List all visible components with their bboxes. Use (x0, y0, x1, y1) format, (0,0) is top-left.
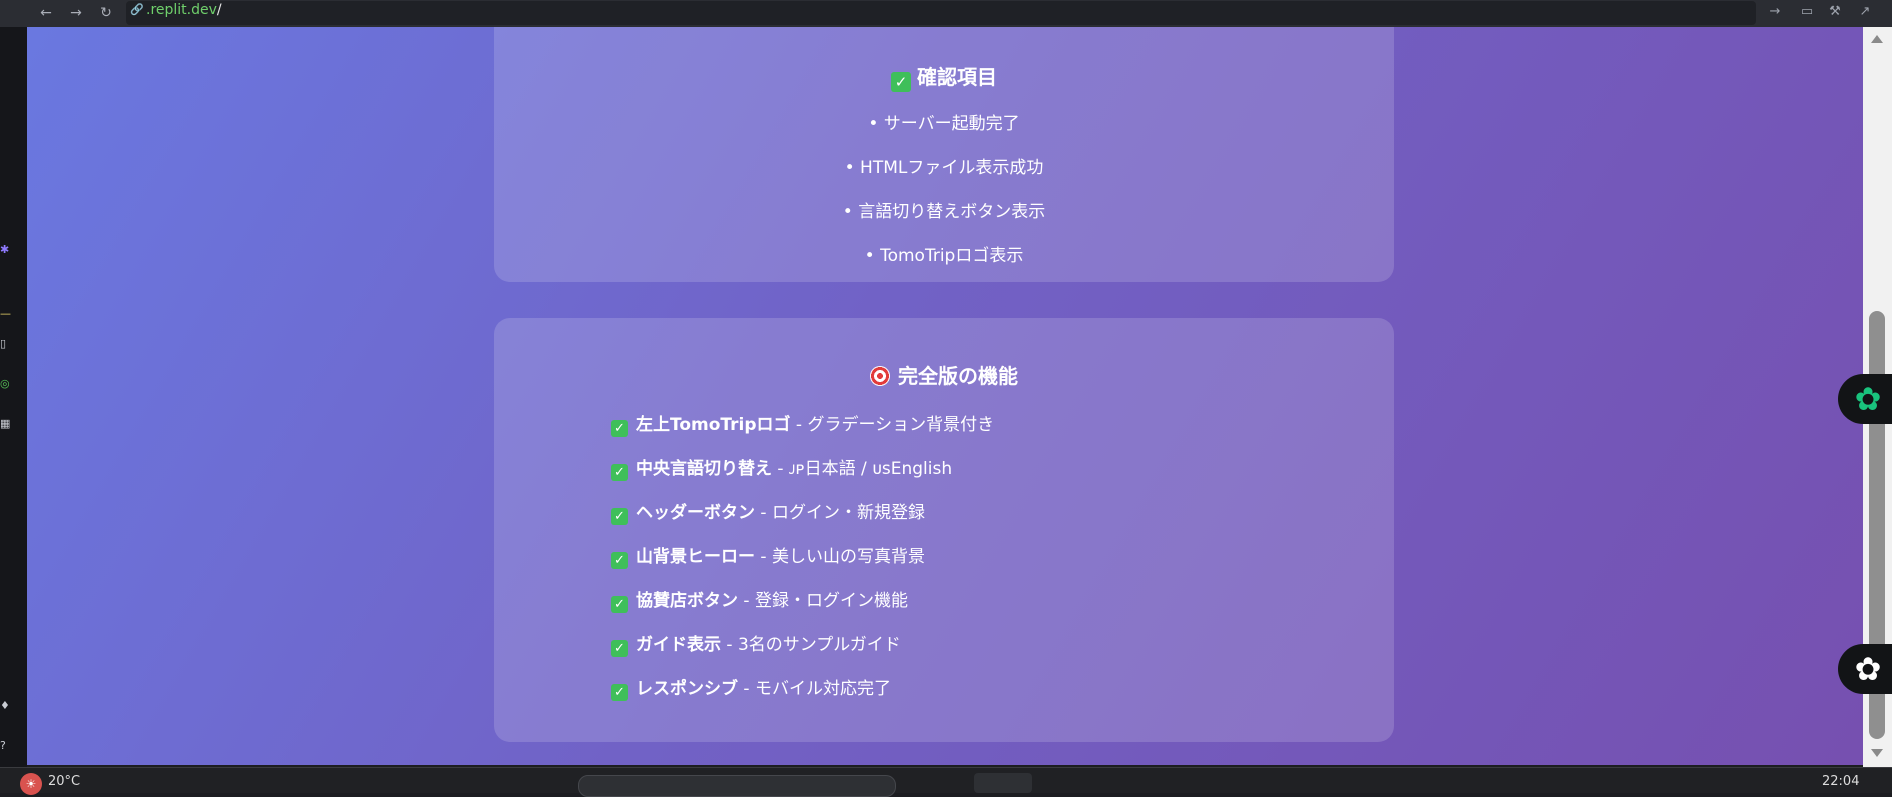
help-icon[interactable]: ? (0, 739, 12, 753)
check-mark-icon: ✓ (611, 508, 628, 525)
feature-item: ✓ 中央言語切り替え - ᴊᴘ日本語 / ᴜsEnglish (611, 458, 952, 481)
feature-desc: - ᴊᴘ日本語 / ᴜsEnglish (772, 459, 953, 479)
feature-desc: - ログイン・新規登録 (755, 503, 925, 523)
check-mark-icon: ✓ (611, 420, 628, 437)
target-icon (870, 366, 890, 386)
check-item: • HTMLファイル表示成功 (844, 158, 1044, 178)
grid-icon[interactable]: ▦ (0, 417, 12, 431)
assistant-floating-button[interactable]: ✿ (1838, 644, 1892, 694)
reload-icon[interactable]: ↻ (96, 3, 116, 23)
feature-desc: - 美しい山の写真背景 (755, 547, 925, 567)
bulb-icon[interactable]: ♦ (0, 699, 12, 713)
monitor-icon[interactable]: ▯ (0, 337, 12, 351)
forward-arrow-icon[interactable]: → (66, 3, 86, 23)
scroll-up-arrow-icon[interactable] (1871, 35, 1883, 43)
devices-icon[interactable]: ▭ (1798, 3, 1816, 21)
check-item: • サーバー起動完了 (868, 114, 1020, 134)
feature-item: ✓ ヘッダーボタン - ログイン・新規登録 (611, 502, 925, 525)
address-field[interactable]: 🔗 .replit.dev/ (126, 1, 1756, 25)
agent-icon[interactable]: ✱ (0, 243, 12, 257)
check-mark-icon: ✓ (611, 464, 628, 481)
wrench-icon[interactable]: ⚒ (1826, 3, 1844, 21)
globe-icon[interactable]: ◎ (0, 377, 12, 391)
taskbar-app-button[interactable] (974, 773, 1032, 793)
chatgpt-logo-icon: ✿ (1854, 380, 1882, 418)
check-items-card: ✓ 確認項目 • サーバー起動完了 • HTMLファイル表示成功 • 言語切り替え… (494, 27, 1394, 282)
check-mark-icon: ✓ (611, 596, 628, 613)
feature-desc: - 3名のサンプルガイド (721, 635, 901, 655)
feature-item: ✓ 左上TomoTripロゴ - グラデーション背景付き (611, 414, 994, 437)
check-mark-icon: ✓ (891, 72, 911, 92)
full-features-card: 完全版の機能 ✓ 左上TomoTripロゴ - グラデーション背景付き ✓ 中央言語… (494, 318, 1394, 742)
browser-url-bar: ← → ↻ 🔗 .replit.dev/ → ▭ ⚒ ↗ (0, 0, 1892, 28)
check-mark-icon: ✓ (611, 684, 628, 701)
feature-item: ✓ 山背景ヒーロー - 美しい山の写真背景 (611, 546, 925, 569)
feature-desc: - グラデーション背景付き (790, 415, 995, 435)
url-text[interactable]: .replit.dev/ (146, 1, 222, 19)
feature-desc: - 登録・ログイン機能 (738, 591, 908, 611)
weather-text: 20°C (48, 774, 81, 789)
url-domain: .replit.dev (146, 2, 217, 18)
url-path: / (216, 2, 222, 18)
feature-name: ヘッダーボタン (636, 503, 755, 523)
check-item: • TomoTripロゴ表示 (864, 246, 1024, 266)
check-mark-icon: ✓ (611, 640, 628, 657)
feature-item: ✓ 協賛店ボタン - 登録・ログイン機能 (611, 590, 908, 613)
feature-name: 山背景ヒーロー (636, 547, 755, 567)
check-items-title-text: 確認項目 (917, 65, 997, 89)
feature-name: ガイド表示 (636, 635, 721, 655)
open-arrow-icon[interactable]: → (1766, 3, 1784, 21)
web-page-viewport: ✓ 確認項目 • サーバー起動完了 • HTMLファイル表示成功 • 言語切り替え… (27, 27, 1863, 765)
ide-left-rail: ✱ — ▯ ◎ ▦ ♦ ? (0, 27, 27, 767)
check-item: • 言語切り替えボタン表示 (842, 202, 1046, 222)
chatgpt-floating-button[interactable]: ✿ (1838, 374, 1892, 424)
dash-icon[interactable]: — (0, 307, 12, 321)
link-icon: 🔗 (130, 3, 144, 16)
scroll-down-arrow-icon[interactable] (1871, 749, 1883, 757)
full-features-title: 完全版の機能 (494, 363, 1394, 389)
feature-item: ✓ ガイド表示 - 3名のサンプルガイド (611, 634, 901, 657)
feature-item: ✓ レスポンシブ - モバイル対応完了 (611, 678, 891, 701)
openai-logo-icon: ✿ (1854, 650, 1882, 688)
os-taskbar: ☀ 20°C 22:04 (0, 767, 1892, 797)
check-mark-icon: ✓ (611, 552, 628, 569)
feature-name: 協賛店ボタン (636, 591, 738, 611)
external-link-icon[interactable]: ↗ (1856, 3, 1874, 21)
feature-name: 中央言語切り替え (636, 459, 772, 479)
full-features-title-text: 完全版の機能 (898, 364, 1018, 388)
check-items-title: ✓ 確認項目 (494, 64, 1394, 92)
taskbar-clock: 22:04 (1822, 774, 1860, 789)
feature-desc: - モバイル対応完了 (738, 679, 891, 699)
feature-name: レスポンシブ (636, 679, 738, 699)
feature-name: 左上TomoTripロゴ (636, 415, 791, 435)
back-arrow-icon[interactable]: ← (36, 3, 56, 23)
taskbar-search[interactable] (578, 775, 896, 797)
